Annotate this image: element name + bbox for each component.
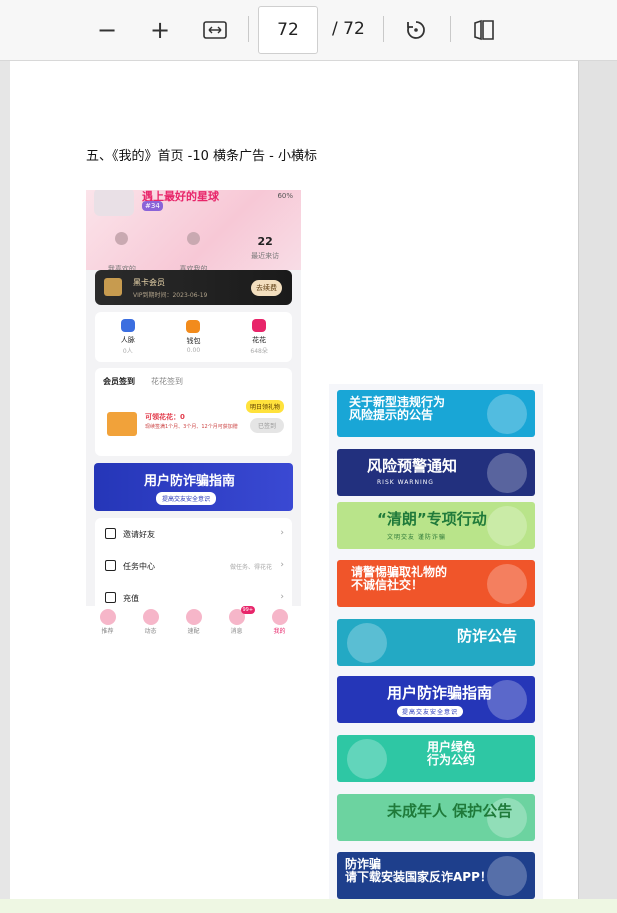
banner-list: 关于新型违规行为 风险提示的公告风险预警通知 RISK WARNING “清朗”专项… — [329, 384, 543, 899]
ad-banner-7[interactable]: 用户绿色 行为公约 — [337, 735, 535, 782]
chevron-right-icon: › — [280, 592, 284, 602]
nav-mine[interactable]: 我的 — [260, 606, 300, 640]
anti-fraud-banner[interactable]: 用户防诈骗指南 提高交友安全意识 — [94, 463, 293, 511]
page-number-input[interactable]: 72 — [258, 6, 318, 54]
zoom-in-button[interactable]: + — [142, 12, 178, 48]
page-total: / 72 — [332, 19, 365, 39]
ad-banner-6[interactable]: 用户防诈骗指南提高交友安全意识 — [337, 676, 535, 723]
crown-icon — [104, 278, 122, 296]
wallet-icon — [186, 320, 201, 333]
chevron-right-icon: › — [280, 560, 284, 570]
renew-button[interactable]: 去续费 — [251, 280, 282, 296]
rotate-icon — [407, 21, 425, 39]
avatar — [94, 190, 134, 216]
illustration-icon — [487, 453, 527, 493]
message-count-badge: 99+ — [240, 606, 256, 614]
match-icon — [185, 609, 202, 625]
pdf-toolbar: − + 72 / 72 — [0, 0, 617, 61]
banner-title: 关于新型违规行为 风险提示的公告 — [349, 395, 446, 423]
stat-likes[interactable]: 我喜欢的 — [92, 232, 152, 274]
task-icon — [105, 560, 116, 571]
banner-title: “清朗”专项行动 — [377, 510, 487, 528]
banner-title: 用户防诈骗指南 — [387, 684, 493, 702]
toolbar-divider — [383, 16, 384, 42]
ad-banner-2[interactable]: 风险预警通知 RISK WARNING — [337, 449, 535, 496]
list-item-invite[interactable]: 邀请好友 › — [95, 518, 292, 550]
banner-subtitle: 提高交友安全意识 — [397, 706, 464, 717]
avatar-icon — [186, 232, 200, 245]
ad-banner-4[interactable]: 请警惕骗取礼物的 不诚信社交！ — [337, 560, 535, 607]
recharge-icon — [105, 592, 116, 603]
rotate-button[interactable] — [398, 12, 434, 48]
illustration-icon — [347, 739, 387, 779]
profile-stats: 我喜欢的 喜欢我的 22 最近来访 — [86, 232, 301, 274]
ad-banner-8[interactable]: 未成年人 保护公告 — [337, 794, 535, 841]
list-item-tasks[interactable]: 任务中心 做任务、得花花 › — [95, 550, 292, 582]
mine-icon — [271, 609, 288, 625]
moments-icon — [142, 609, 159, 625]
status-battery: 60% — [277, 192, 293, 200]
flowers-available: 可领花花：0 — [145, 413, 185, 421]
menu-flowers[interactable]: 花花 648朵 — [229, 319, 289, 355]
recommend-icon — [99, 609, 116, 625]
illustration-icon — [487, 506, 527, 546]
banner-title: 防诈骗 请下载安装国家反诈APP！ — [345, 857, 492, 885]
banner-title: 请警惕骗取礼物的 不诚信社交！ — [351, 565, 448, 593]
vip-title: 黑卡会员 — [133, 278, 165, 287]
illustration-icon — [487, 856, 527, 896]
ad-banner-3[interactable]: “清朗”专项行动文明交友 谨防诈骗 — [337, 502, 535, 549]
status-strip — [0, 899, 617, 913]
banner-title: 未成年人 保护公告 — [387, 802, 513, 820]
chevron-right-icon: › — [280, 528, 284, 538]
illustration-icon — [347, 623, 387, 663]
people-icon — [120, 319, 135, 332]
illustration-icon — [487, 394, 527, 434]
two-page-icon — [474, 19, 494, 41]
ad-banner-5[interactable]: 防诈公告 — [337, 619, 535, 666]
toolbar-divider — [248, 16, 249, 42]
signed-button[interactable]: 已签到 — [249, 418, 284, 433]
bottom-nav: 推荐 动态 速配 消息 99+ 我的 — [86, 606, 301, 640]
invite-icon — [105, 528, 116, 539]
toolbar-divider — [450, 16, 451, 42]
scrollbar-track[interactable] — [578, 61, 617, 913]
level-tag: #34 — [142, 201, 163, 211]
stat-visitors[interactable]: 22 最近来访 — [235, 232, 295, 274]
banner-subtitle: RISK WARNING — [377, 479, 434, 486]
fit-width-icon — [203, 21, 227, 39]
reward-badge: 明日领礼物 — [245, 400, 284, 413]
gift-icon — [107, 412, 137, 436]
nav-messages[interactable]: 消息 99+ — [217, 606, 257, 640]
nav-recommend[interactable]: 推荐 — [88, 606, 128, 640]
banner-title: 防诈公告 — [457, 627, 518, 645]
banner-title: 用户绿色 行为公约 — [427, 740, 476, 768]
menu-contacts[interactable]: 人脉 0人 — [98, 319, 158, 355]
illustration-icon — [487, 564, 527, 604]
banner-subtitle: 文明交友 谨防诈骗 — [387, 534, 446, 541]
flower-icon — [252, 319, 267, 332]
sign-in-card: 会员签到 花花签到 可领花花：0 现续签满1个月、3个月、12个月可获加赠 明日… — [95, 368, 292, 456]
avatar-icon — [115, 232, 129, 245]
tab-flower-sign[interactable]: 花花签到 — [151, 376, 183, 387]
page-view-button[interactable] — [466, 12, 502, 48]
ad-banner-1[interactable]: 关于新型违规行为 风险提示的公告 — [337, 390, 535, 437]
menu-wallet[interactable]: 钱包 0.00 — [163, 320, 223, 354]
phone-screenshot: 遇上最好的星球 #34 60% 我喜欢的 喜欢我的 22 最近来访 黑卡会员 VI… — [86, 190, 301, 640]
settings-list: 邀请好友 › 任务中心 做任务、得花花 › 充值 › — [95, 518, 292, 614]
ad-banner-9[interactable]: 防诈骗 请下载安装国家反诈APP！ — [337, 852, 535, 899]
nav-moments[interactable]: 动态 — [131, 606, 171, 640]
vip-expire: VIP到期时间：2023-06-19 — [133, 292, 208, 299]
illustration-icon — [487, 680, 527, 720]
nav-match[interactable]: 速配 — [174, 606, 214, 640]
profile-header: 遇上最好的星球 #34 60% 我喜欢的 喜欢我的 22 最近来访 — [86, 190, 301, 273]
stat-liked-me[interactable]: 喜欢我的 — [163, 232, 223, 274]
tab-member-sign[interactable]: 会员签到 — [103, 376, 135, 387]
banner-title: 风险预警通知 — [367, 457, 458, 475]
section-heading: 五、《我的》首页 -10 横条广告 - 小横标 — [86, 149, 317, 164]
zoom-out-button[interactable]: − — [89, 12, 125, 48]
vip-card[interactable]: 黑卡会员 VIP到期时间：2023-06-19 去续费 — [95, 270, 292, 305]
sign-description: 现续签满1个月、3个月、12个月可获加赠 — [145, 424, 238, 430]
fit-width-button[interactable] — [197, 12, 233, 48]
quick-menu: 人脉 0人 钱包 0.00 花花 648朵 — [95, 312, 292, 362]
